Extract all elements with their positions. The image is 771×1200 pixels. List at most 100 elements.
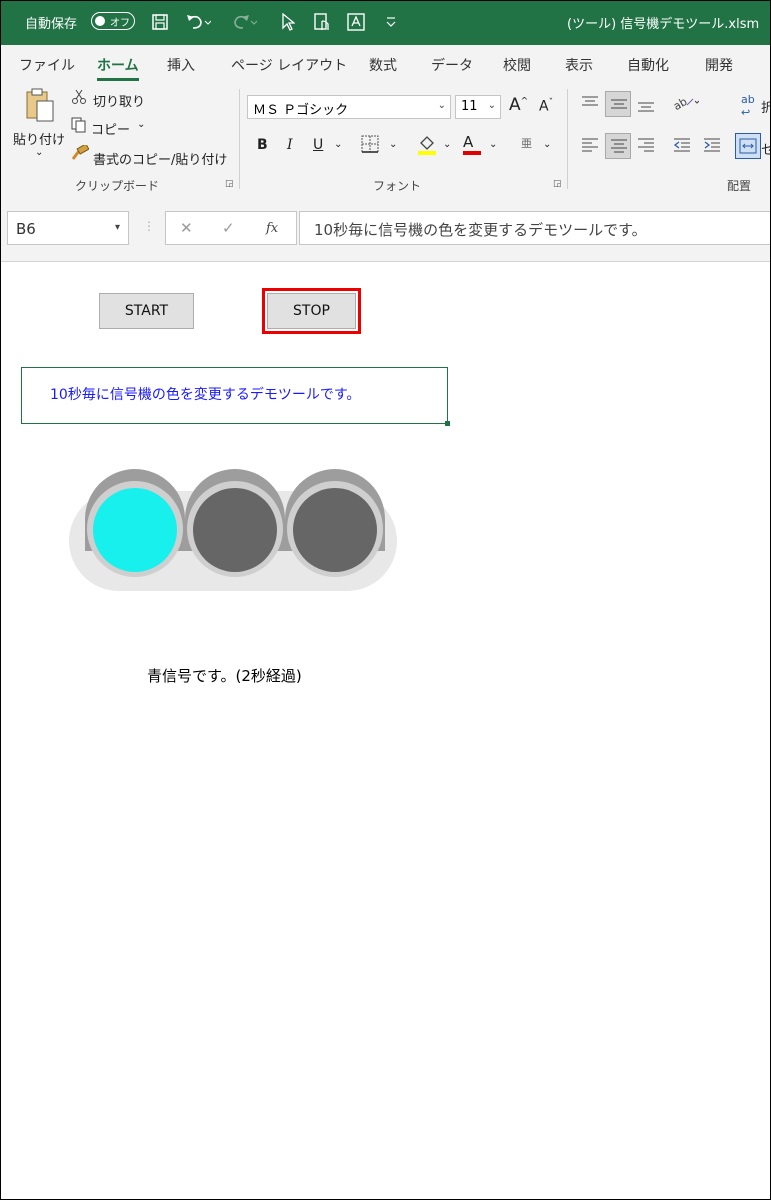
tab-view[interactable]: 表示 [565,55,593,75]
bold-button[interactable]: B [257,137,268,153]
undo-icon[interactable] [185,13,212,35]
font-color-letter: A [463,133,474,151]
clipboard-launcher-icon[interactable]: ◲ [225,179,234,189]
font-color-swatch [463,151,481,155]
tab-page-layout[interactable]: ページ レイアウト [231,55,347,75]
tab-data[interactable]: データ [431,55,473,75]
increase-indent-icon[interactable] [703,137,721,157]
more-options-icon: ⋮ [143,219,155,233]
lamp-yellow [193,488,277,572]
phonetic-button[interactable]: 亜 [521,135,532,151]
copy-button[interactable]: コピー [91,119,130,138]
fill-color-dropdown-icon[interactable]: ⌄ [443,139,451,150]
insert-function-button[interactable]: fx [266,221,278,236]
stop-button[interactable]: STOP [262,288,361,334]
signal-light-blue [85,469,185,577]
autosave-state: オフ [110,18,130,29]
tab-review[interactable]: 校閲 [503,55,531,75]
chevron-down-icon: ▾ [114,222,120,233]
formula-input[interactable]: 10秒毎に信号機の色を変更するデモツールです。 [299,211,770,245]
traffic-signal [69,469,397,591]
cut-button[interactable]: 切り取り [93,91,145,110]
font-size-box[interactable]: 11 ⌄ [455,95,501,119]
font-name-box[interactable]: ＭＳ Ｐゴシック ⌄ [247,95,451,119]
decrease-indent-icon[interactable] [673,137,691,157]
svg-text:ab: ab [673,95,689,111]
align-right-icon[interactable] [637,137,655,157]
chevron-down-icon: ⌄ [487,100,496,111]
excel-window: 自動保存 オフ (ツール) 信号機デモツール.xlsm ファイル ホーム 挿入 … [0,0,771,1200]
scissors-icon [71,89,87,109]
tab-insert[interactable]: 挿入 [167,55,195,75]
font-group-label: フォント [373,179,422,193]
toggle-knob [95,16,105,26]
textbox-icon[interactable] [347,13,365,35]
border-icon[interactable] [361,135,379,157]
underline-button[interactable]: U [313,137,323,153]
name-box-value: B6 [16,220,36,238]
align-left-icon[interactable] [581,137,599,157]
align-center-icon [611,139,627,153]
underline-dropdown-icon[interactable]: ⌄ [334,139,342,150]
font-launcher-icon[interactable]: ◲ [553,179,562,189]
border-dropdown-icon[interactable]: ⌄ [389,139,397,150]
merge-label: セ [761,139,770,158]
merge-icon [739,138,757,154]
signal-light-red [285,469,385,577]
autosave-toggle[interactable]: オフ [91,12,135,30]
wrap-text-label: 折 [761,97,770,116]
title-bar: 自動保存 オフ (ツール) 信号機デモツール.xlsm [1,1,770,45]
paste-icon[interactable] [25,87,55,127]
autosave-label: 自動保存 [25,17,78,32]
paste-dropdown-icon[interactable]: ⌄ [35,147,43,158]
copy-icon [71,117,87,137]
fill-color-icon[interactable] [417,133,437,159]
pointer-icon[interactable] [281,12,296,35]
tab-automate[interactable]: 自動化 [627,55,669,75]
redo-icon[interactable] [231,13,258,35]
cancel-button[interactable]: ✕ [180,219,193,237]
font-color-dropdown-icon[interactable]: ⌄ [489,139,497,150]
font-color-button[interactable]: A [463,133,481,155]
clipboard-group-label: クリップボード [75,179,160,193]
customize-icon[interactable] [385,13,397,34]
resize-handle[interactable] [445,421,450,426]
align-top-icon[interactable] [581,95,599,115]
start-button[interactable]: START [99,293,194,329]
italic-button[interactable]: I [287,137,293,153]
tab-file[interactable]: ファイル [19,55,75,75]
font-size-value: 11 [461,99,478,114]
name-box[interactable]: B6 ▾ [7,211,129,245]
lamp-blue [93,488,177,572]
align-middle-icon [611,99,627,109]
decrease-font-button[interactable]: Aˇ [539,98,553,115]
save-icon[interactable] [151,13,169,35]
description-text: 10秒毎に信号機の色を変更するデモツールです。 [50,387,361,403]
format-painter-icon [71,143,90,165]
tab-home[interactable]: ホーム [97,55,139,81]
signal-light-yellow [185,469,285,577]
formula-buttons: ✕ ✓ fx [165,211,297,245]
tab-developer[interactable]: 開発 [705,55,733,75]
enter-button[interactable]: ✓ [222,219,235,237]
phonetic-dropdown-icon[interactable]: ⌄ [543,139,551,150]
align-middle-button[interactable] [605,91,631,117]
alignment-group-label: 配置 [727,179,752,193]
touch-icon[interactable] [313,13,331,35]
format-painter-button[interactable]: 書式のコピー/貼り付け [93,149,227,168]
wrap-text-button[interactable]: ab ↩ [741,93,755,119]
ribbon-home: 貼り付け ⌄ 切り取り コピー ⌄ 書式のコピー/貼り付け クリップボード ◲ … [1,81,770,198]
align-center-button[interactable] [605,133,631,159]
tab-formulas[interactable]: 数式 [369,55,397,75]
paste-button[interactable]: 貼り付け [13,129,65,148]
document-title: (ツール) 信号機デモツール.xlsm [567,17,760,32]
copy-dropdown-icon[interactable]: ⌄ [137,119,145,130]
font-name-value: ＭＳ Ｐゴシック [253,103,349,118]
orientation-icon[interactable]: ab [671,93,700,115]
formula-bar: B6 ▾ ⋮ ✕ ✓ fx 10秒毎に信号機の色を変更するデモツールです。 [1,197,770,262]
description-textbox[interactable]: 10秒毎に信号機の色を変更するデモツールです。 [21,367,450,426]
increase-font-button[interactable]: A^ [509,95,528,115]
merge-center-button[interactable] [735,133,761,159]
ribbon-separator [239,89,240,189]
align-bottom-icon[interactable] [637,97,655,117]
